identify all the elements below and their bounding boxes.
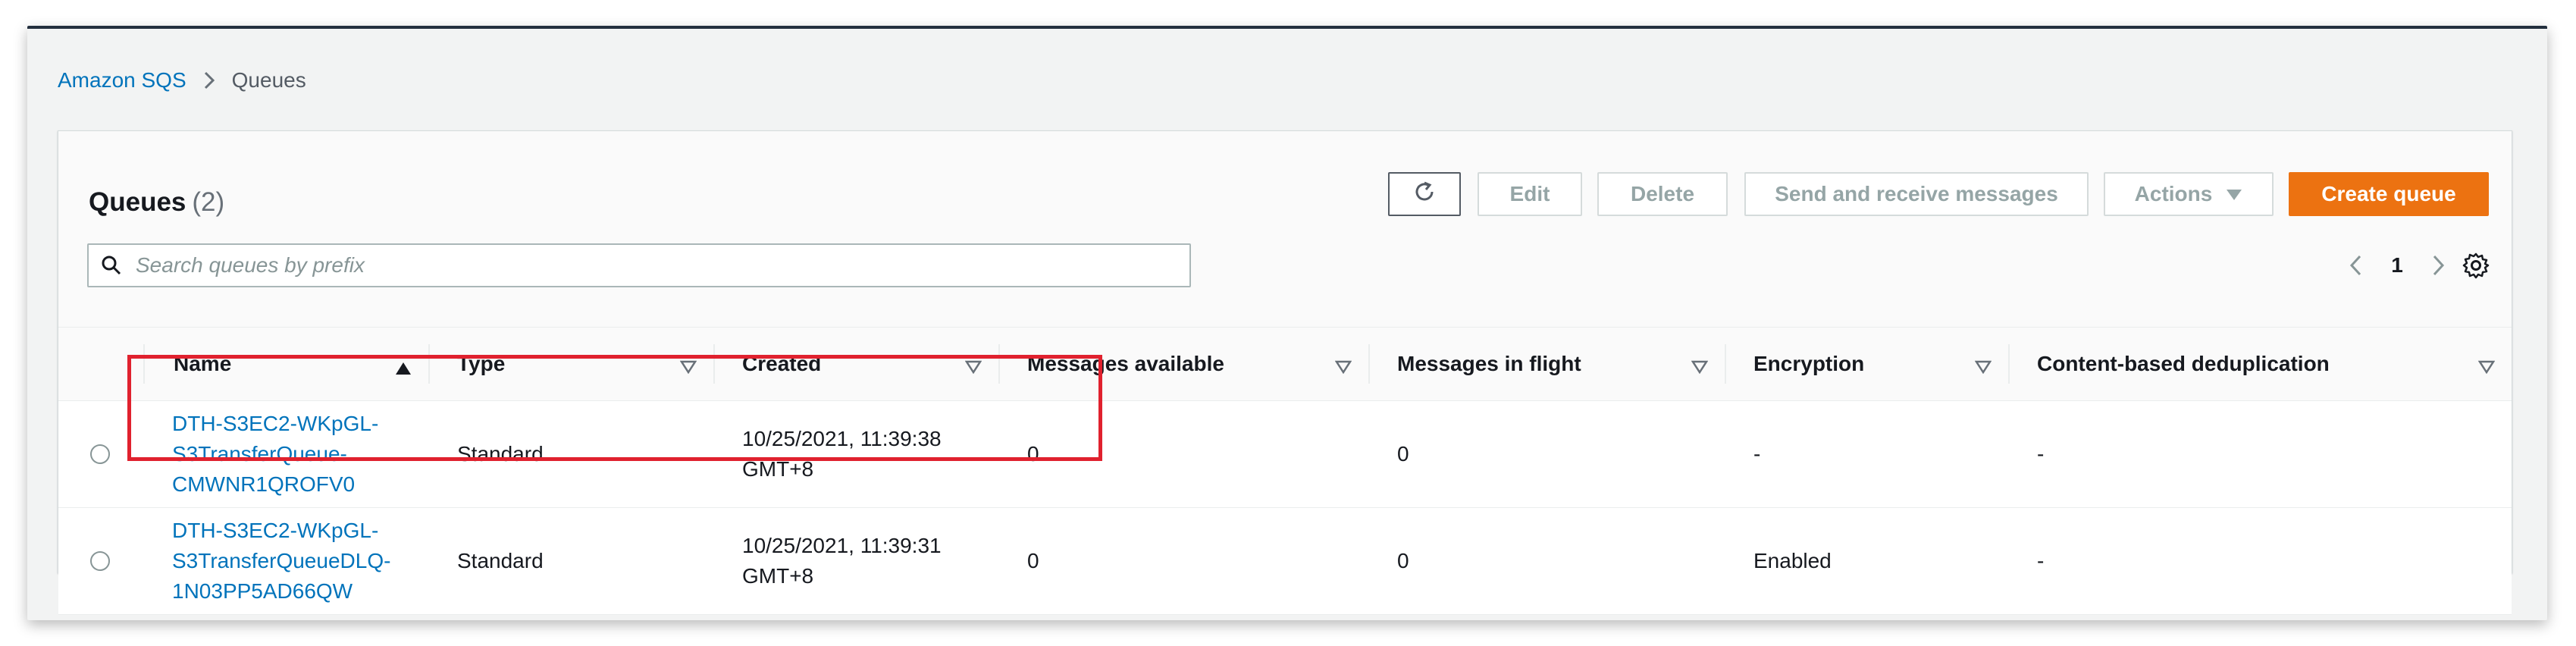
column-header-name[interactable]: Name — [143, 328, 428, 400]
column-header-created[interactable]: Created — [713, 328, 998, 400]
queue-created: 10/25/2021, 11:39:31 GMT+8 — [742, 534, 942, 588]
search-box — [87, 243, 1191, 287]
encryption: Enabled — [1753, 549, 1832, 572]
messages-available: 0 — [1027, 442, 1039, 466]
content-dedup: - — [2037, 442, 2045, 466]
console-window: Amazon SQS Queues Queues (2) Edit Delete … — [27, 26, 2547, 620]
table-row[interactable]: DTH-S3EC2-WKpGL- S3TransferQueueDLQ- 1N0… — [58, 508, 2512, 615]
table-row[interactable]: DTH-S3EC2-WKpGL- S3TransferQueue- CMWNR1… — [58, 401, 2512, 508]
create-queue-button[interactable]: Create queue — [2289, 172, 2489, 216]
panel-title-text: Queues — [89, 187, 186, 217]
queue-created: 10/25/2021, 11:39:38 GMT+8 — [742, 427, 942, 481]
actions-label: Actions — [2134, 182, 2213, 205]
panel-title: Queues (2) — [89, 187, 224, 218]
refresh-button[interactable] — [1388, 172, 1461, 216]
column-header-type[interactable]: Type — [428, 328, 713, 400]
search-input[interactable] — [134, 252, 1183, 278]
column-header-messages-in-flight[interactable]: Messages in flight — [1368, 328, 1725, 400]
encryption: - — [1753, 442, 1761, 466]
pagination: 1 — [2333, 246, 2462, 284]
refresh-icon — [1412, 179, 1437, 210]
queue-name-link[interactable]: DTH-S3EC2-WKpGL- S3TransferQueueDLQ- 1N0… — [172, 508, 390, 614]
queues-panel: Queues (2) Edit Delete Send and receive m… — [58, 130, 2512, 615]
caret-down-icon — [2226, 182, 2242, 206]
gear-icon[interactable] — [2462, 251, 2490, 284]
queue-name-link[interactable]: DTH-S3EC2-WKpGL- S3TransferQueue- CMWNR1… — [172, 401, 378, 507]
queue-type: Standard — [457, 442, 544, 466]
breadcrumb-queues: Queues — [231, 68, 306, 92]
messages-in-flight: 0 — [1397, 442, 1409, 466]
sort-descending-outline-icon — [1691, 355, 1709, 379]
edit-button[interactable]: Edit — [1478, 172, 1582, 216]
column-header-messages-available[interactable]: Messages available — [998, 328, 1368, 400]
send-receive-button[interactable]: Send and receive messages — [1744, 172, 2089, 216]
delete-button[interactable]: Delete — [1597, 172, 1728, 216]
queue-count: (2) — [192, 187, 225, 217]
sort-descending-outline-icon — [1974, 355, 1992, 379]
breadcrumb: Amazon SQS Queues — [58, 68, 306, 93]
sort-ascending-icon — [395, 356, 412, 381]
sort-descending-outline-icon — [964, 355, 982, 379]
chevron-right-icon[interactable] — [2416, 254, 2462, 277]
queue-type: Standard — [457, 549, 544, 572]
content-dedup: - — [2037, 549, 2045, 572]
chevron-left-icon[interactable] — [2333, 254, 2378, 277]
column-header-encryption[interactable]: Encryption — [1725, 328, 2008, 400]
column-header-content-dedup[interactable]: Content-based deduplication — [2008, 328, 2512, 400]
search-icon — [89, 255, 134, 276]
queues-table: Name Type Created Messages available Mes… — [58, 327, 2512, 615]
breadcrumb-amazon-sqs[interactable]: Amazon SQS — [58, 68, 186, 93]
table-header: Name Type Created Messages available Mes… — [58, 327, 2512, 401]
current-page[interactable]: 1 — [2378, 253, 2416, 278]
messages-in-flight: 0 — [1397, 549, 1409, 572]
chevron-right-icon — [186, 70, 232, 91]
row-select-radio[interactable] — [90, 444, 110, 464]
row-select-radio[interactable] — [90, 551, 110, 571]
actions-button[interactable]: Actions — [2104, 172, 2274, 216]
sort-descending-outline-icon — [679, 355, 697, 379]
sort-descending-outline-icon — [1334, 355, 1352, 379]
messages-available: 0 — [1027, 549, 1039, 572]
sort-descending-outline-icon — [2477, 355, 2496, 379]
